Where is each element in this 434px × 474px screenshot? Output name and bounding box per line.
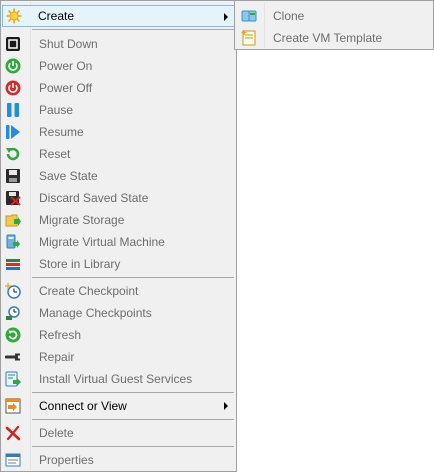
menu-item-shut-down[interactable]: Shut Down <box>3 33 234 55</box>
delete-icon <box>5 425 21 441</box>
vm-template-icon <box>241 30 257 46</box>
submenu-arrow-icon <box>224 13 228 21</box>
menu-item-power-off[interactable]: Power Off <box>3 77 234 99</box>
menu-item-resume[interactable]: Resume <box>3 121 234 143</box>
menu-separator <box>32 419 234 420</box>
submenu-item-create-vm-template[interactable]: Create VM Template <box>237 27 431 49</box>
menu-separator <box>32 446 234 447</box>
pause-icon <box>5 102 21 118</box>
store-library-icon <box>5 256 21 272</box>
menu-item-label: Pause <box>39 103 74 117</box>
power-off-icon <box>5 80 21 96</box>
menu-item-label: Reset <box>39 147 71 161</box>
menu-item-label: Save State <box>39 169 98 183</box>
menu-item-label: Manage Checkpoints <box>39 306 152 320</box>
shutdown-icon <box>5 36 21 52</box>
install-guest-services-icon <box>5 371 21 387</box>
menu-item-label: Shut Down <box>39 37 98 51</box>
menu-item-label: Power On <box>39 59 93 73</box>
menu-item-install-virtual-guest-services[interactable]: Install Virtual Guest Services <box>3 368 234 390</box>
resume-icon <box>5 124 21 140</box>
menu-item-migrate-virtual-machine[interactable]: Migrate Virtual Machine <box>3 231 234 253</box>
menu-item-label: Create Checkpoint <box>39 284 139 298</box>
submenu-arrow-icon <box>224 402 228 410</box>
menu-item-label: Migrate Storage <box>39 213 125 227</box>
menu-item-pause[interactable]: Pause <box>3 99 234 121</box>
menu-item-label: Install Virtual Guest Services <box>39 372 193 386</box>
manage-checkpoints-icon <box>5 305 21 321</box>
menu-item-discard-saved-state[interactable]: Discard Saved State <box>3 187 234 209</box>
menu-item-power-on[interactable]: Power On <box>3 55 234 77</box>
menu-item-migrate-storage[interactable]: Migrate Storage <box>3 209 234 231</box>
menu-item-label: Delete <box>39 426 74 440</box>
create-submenu: Clone Create VM Template <box>234 0 434 50</box>
menu-item-delete[interactable]: Delete <box>3 422 234 444</box>
repair-icon <box>5 349 21 365</box>
refresh-icon <box>5 327 21 343</box>
clone-icon <box>241 8 257 24</box>
discard-saved-state-icon <box>5 190 21 206</box>
menu-separator <box>32 392 234 393</box>
create-sun-icon <box>6 8 22 24</box>
menu-item-label: Store in Library <box>39 257 121 271</box>
menu-item-label: Clone <box>273 9 305 23</box>
power-on-icon <box>5 58 21 74</box>
create-checkpoint-icon <box>5 283 21 299</box>
menu-item-label: Resume <box>39 125 84 139</box>
menu-item-repair[interactable]: Repair <box>3 346 234 368</box>
migrate-vm-icon <box>5 234 21 250</box>
context-menu: Create Shut Down Power On Power Off Paus… <box>0 0 237 472</box>
submenu-item-clone[interactable]: Clone <box>237 5 431 27</box>
menu-separator <box>32 29 234 30</box>
menu-item-label: Create <box>38 9 75 23</box>
menu-item-label: Refresh <box>39 328 82 342</box>
menu-item-label: Migrate Virtual Machine <box>39 235 165 249</box>
menu-separator <box>32 277 234 278</box>
menu-item-label: Power Off <box>39 81 93 95</box>
menu-item-create-checkpoint[interactable]: Create Checkpoint <box>3 280 234 302</box>
menu-item-create[interactable]: Create <box>2 5 235 27</box>
migrate-storage-icon <box>5 212 21 228</box>
menu-item-label: Create VM Template <box>273 31 383 45</box>
save-state-icon <box>5 168 21 184</box>
menu-item-store-in-library[interactable]: Store in Library <box>3 253 234 275</box>
menu-item-save-state[interactable]: Save State <box>3 165 234 187</box>
menu-item-manage-checkpoints[interactable]: Manage Checkpoints <box>3 302 234 324</box>
menu-item-reset[interactable]: Reset <box>3 143 234 165</box>
menu-item-label: Connect or View <box>39 399 127 413</box>
menu-item-connect-or-view[interactable]: Connect or View <box>3 395 234 417</box>
connect-view-icon <box>5 398 21 414</box>
menu-item-refresh[interactable]: Refresh <box>3 324 234 346</box>
properties-icon <box>5 452 21 468</box>
menu-item-label: Discard Saved State <box>39 191 149 205</box>
menu-item-label: Repair <box>39 350 75 364</box>
menu-item-properties[interactable]: Properties <box>3 449 234 471</box>
reset-icon <box>5 146 21 162</box>
menu-item-label: Properties <box>39 453 94 467</box>
